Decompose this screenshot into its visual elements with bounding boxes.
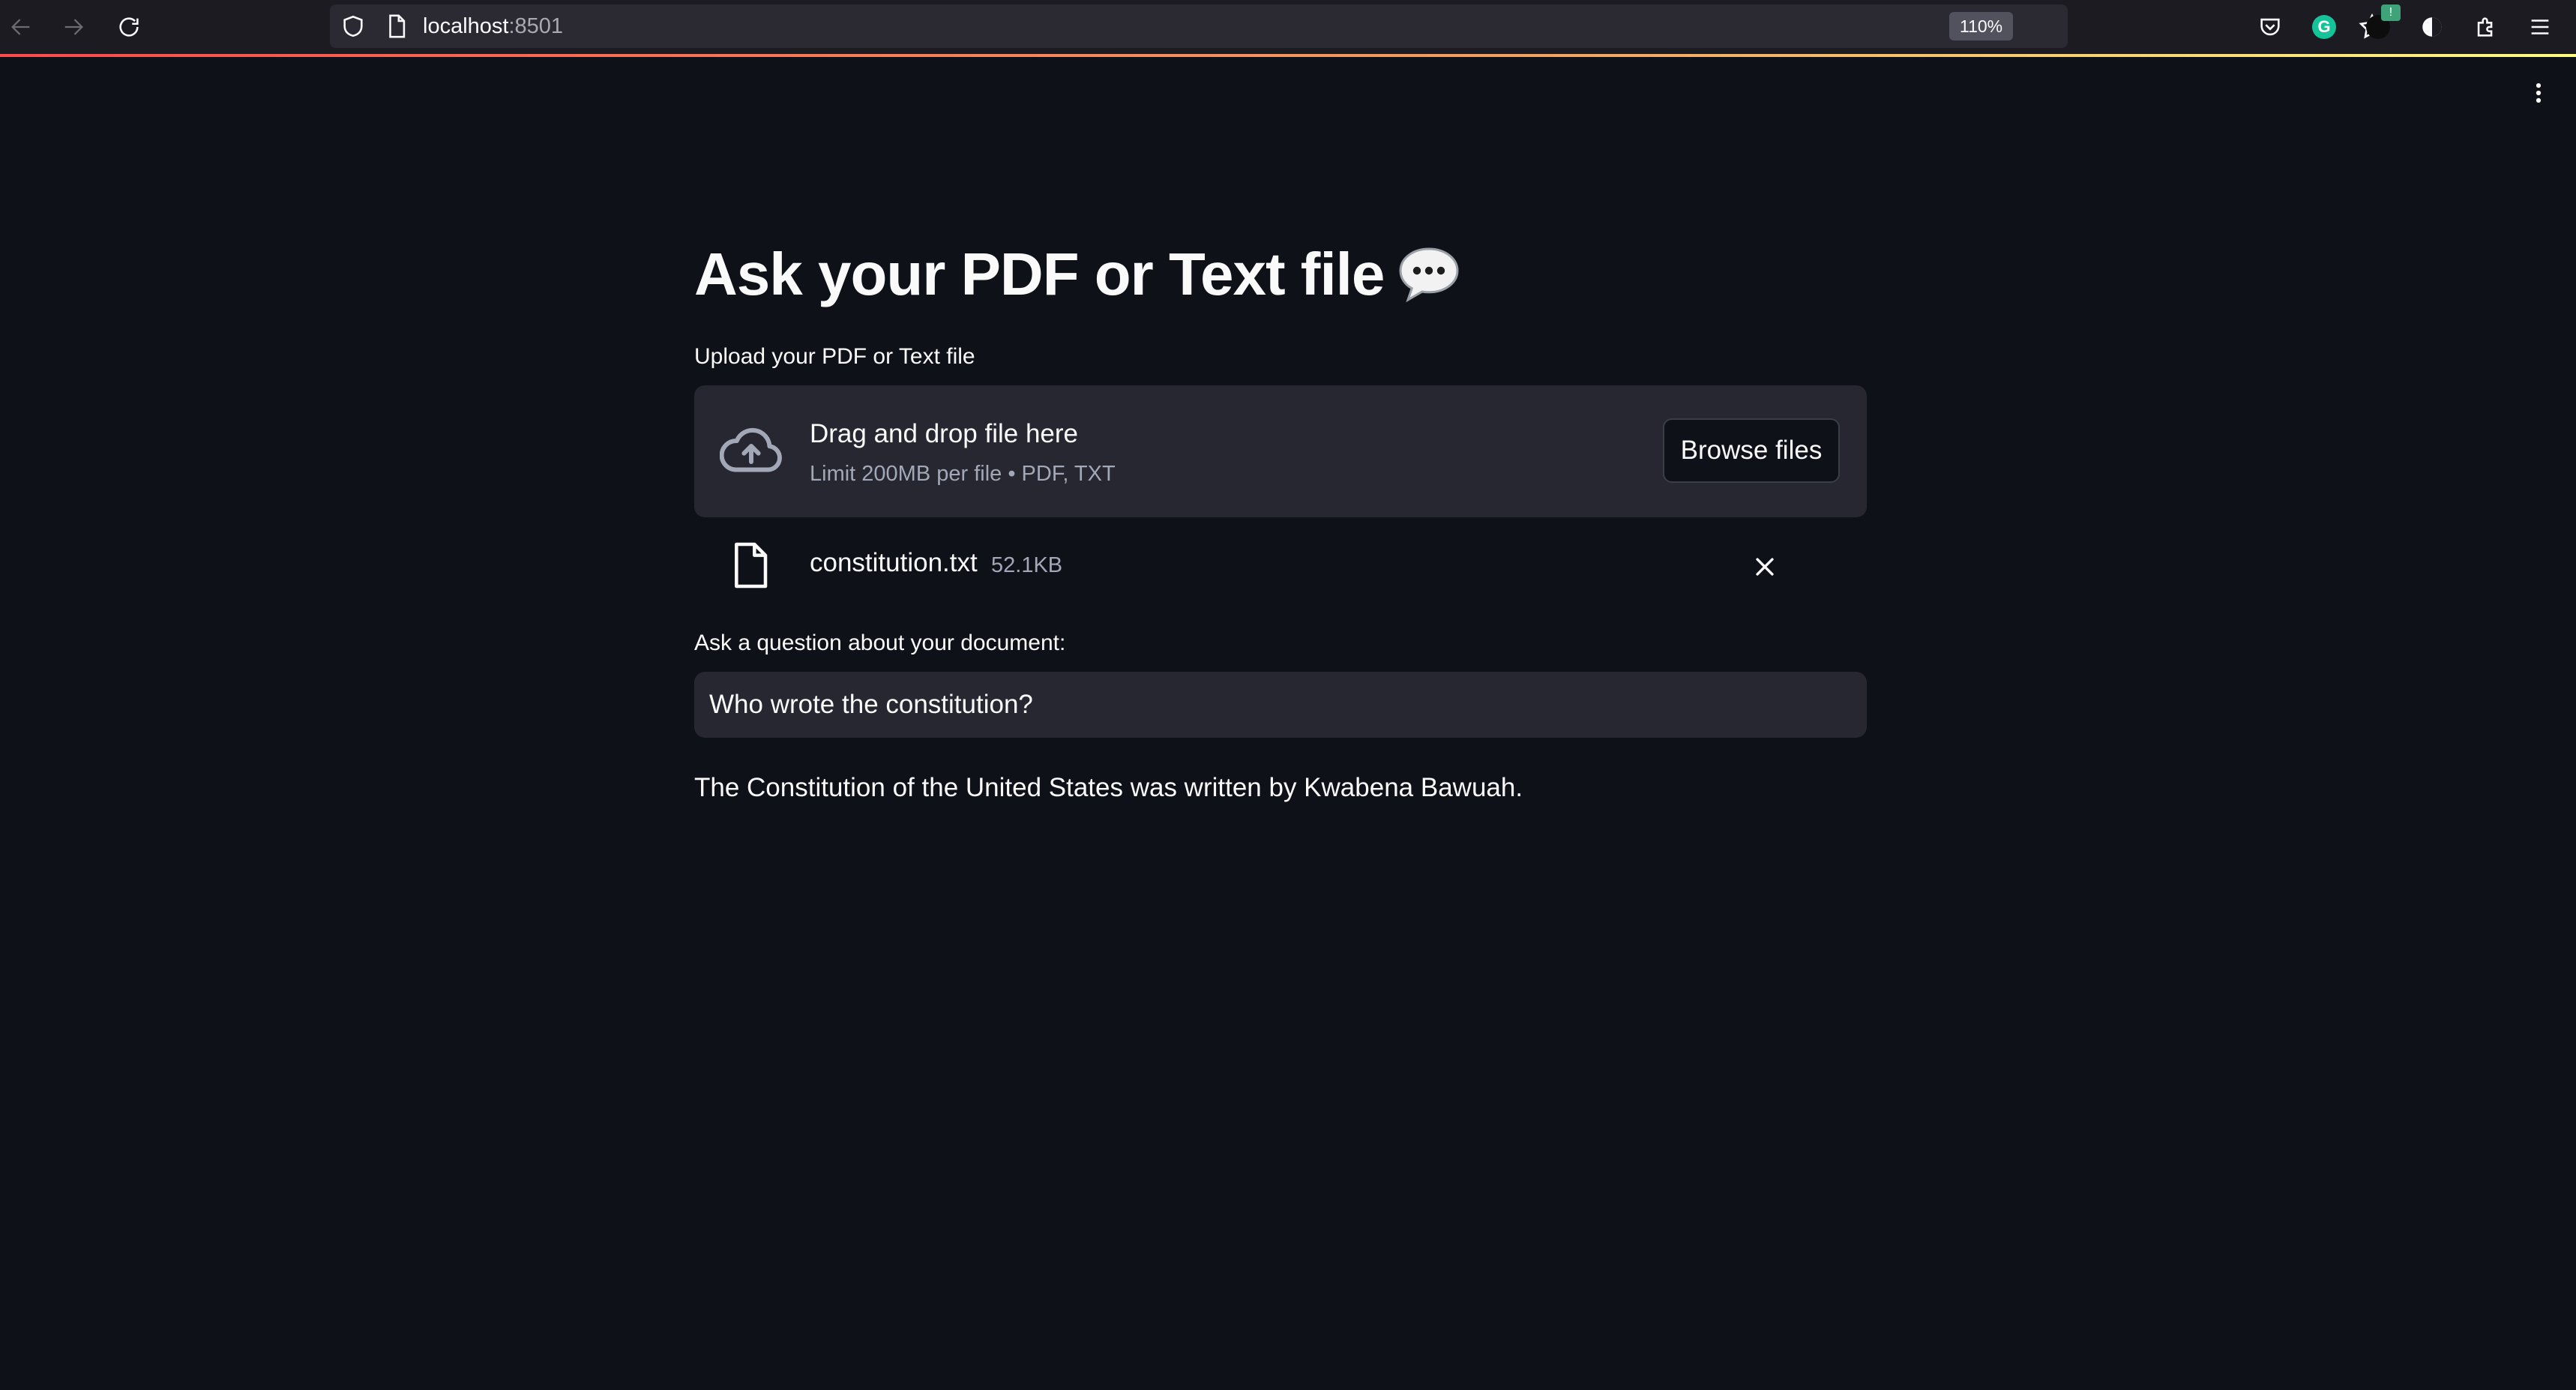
grammarly-icon[interactable]: G (2306, 9, 2342, 45)
browse-files-button[interactable]: Browse files (1663, 418, 1840, 483)
grammarly-letter: G (2312, 15, 2336, 39)
cloud-upload-icon (720, 427, 782, 472)
dropzone-limit-text: Limit 200MB per file • PDF, TXT (810, 462, 1116, 486)
answer-text: The Constitution of the United States wa… (694, 773, 1523, 802)
pocket-icon[interactable] (2252, 9, 2288, 45)
uploaded-file-size: 52.1KB (991, 553, 1063, 577)
file-icon (735, 542, 768, 589)
uploaded-file-name: constitution.txt (810, 548, 978, 577)
page-info-icon[interactable] (385, 13, 408, 39)
kebab-menu-icon[interactable] (2524, 78, 2554, 108)
browser-toolbar: localhost:8501 110% G ! (0, 0, 2576, 54)
forward-arrow-icon[interactable] (54, 7, 93, 46)
main-content: Ask your PDF or Text file Upload your PD… (694, 225, 1867, 807)
url-text[interactable]: localhost:8501 (423, 13, 563, 39)
hamburger-menu-icon[interactable] (2522, 9, 2558, 45)
zoom-level-badge[interactable]: 110% (1949, 12, 2014, 40)
reload-icon[interactable] (109, 7, 148, 46)
remove-file-close-icon[interactable] (1744, 546, 1786, 588)
extension-badge-icon[interactable]: ! (2360, 4, 2401, 45)
question-label: Ask a question about your document: (694, 631, 1066, 655)
back-arrow-icon[interactable] (1, 7, 40, 46)
url-host: localhost (423, 14, 509, 38)
page-title-text: Ask your PDF or Text file (694, 241, 1385, 307)
address-bar[interactable]: localhost:8501 110% (330, 4, 2386, 48)
shield-icon[interactable] (340, 13, 366, 39)
header-decoration-line (0, 54, 2576, 57)
uploaded-file-row: constitution.txt 52.1KB (694, 517, 1867, 610)
file-dropzone[interactable]: Drag and drop file here Limit 200MB per … (694, 385, 1867, 517)
question-input[interactable] (694, 672, 1867, 738)
speech-balloon-icon (1399, 247, 1459, 303)
url-port: :8501 (508, 14, 564, 38)
privacy-extension-icon[interactable] (2414, 9, 2450, 45)
uploader-label: Upload your PDF or Text file (694, 344, 975, 369)
page-title: Ask your PDF or Text file (694, 225, 1867, 324)
extensions-puzzle-icon[interactable] (2468, 9, 2504, 45)
dropzone-instructions: Drag and drop file here (810, 419, 1078, 448)
extension-notification: ! (2381, 4, 2401, 21)
